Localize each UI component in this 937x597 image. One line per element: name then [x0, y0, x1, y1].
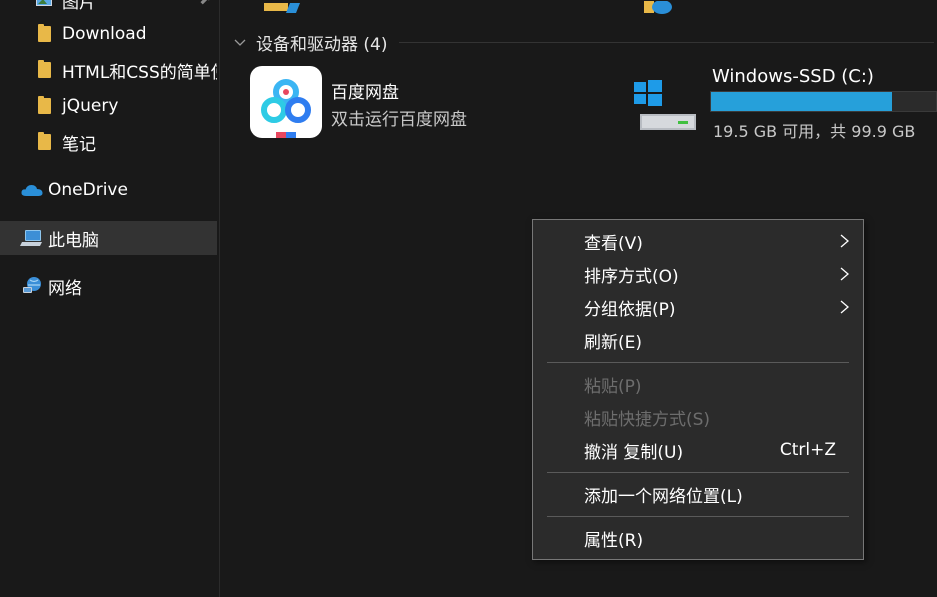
sidebar-item-label: 网络 [48, 278, 82, 299]
chevron-right-icon [840, 300, 849, 314]
app-name: 百度网盘 [331, 83, 399, 103]
sidebar-item-download[interactable]: Download [0, 17, 217, 51]
menu-item-view[interactable]: 查看(V) [534, 225, 862, 257]
network-drive-icon-partial [640, 0, 690, 14]
menu-item-label: 属性(R) [584, 530, 644, 551]
network-icon [20, 276, 44, 296]
sidebar-item-jquery[interactable]: jQuery [0, 89, 217, 123]
sidebar-item-label: 笔记 [62, 134, 96, 155]
menu-item-label: 分组依据(P) [584, 299, 676, 320]
folder-icon [34, 60, 54, 80]
folder-icon [34, 24, 54, 44]
sidebar-item-html-css[interactable]: HTML和CSS的简单使 [0, 53, 217, 87]
menu-item-paste: 粘贴(P) [534, 368, 862, 400]
sidebar-item-network[interactable]: 网络 [0, 269, 217, 303]
devices-group-header[interactable]: 设备和驱动器 (4) [234, 30, 934, 55]
group-divider [399, 41, 934, 43]
sidebar-item-onedrive[interactable]: OneDrive [0, 173, 217, 207]
sidebar-item-label: 图片 [62, 0, 96, 13]
sidebar-item-label: Download [62, 24, 147, 44]
sidebar-item-label: OneDrive [48, 180, 128, 200]
baidu-netdisk-tile[interactable]: 百度网盘 双击运行百度网盘 [250, 66, 580, 140]
menu-item-shortcut: Ctrl+Z [779, 440, 836, 460]
this-pc-icon [20, 228, 44, 248]
sidebar-item-label: jQuery [62, 96, 119, 116]
menu-item-add-network-location[interactable]: 添加一个网络位置(L) [534, 478, 862, 510]
drive-name: Windows-SSD (C:) [712, 66, 874, 87]
menu-item-label: 粘贴(P) [584, 376, 642, 397]
pin-icon: ⬈ [199, 0, 211, 8]
group-title: 设备和驱动器 (4) [256, 34, 388, 55]
sidebar-item-label: 此电脑 [48, 230, 99, 251]
menu-separator [547, 362, 849, 363]
menu-separator [547, 472, 849, 473]
folder-icon-partial [260, 0, 310, 13]
menu-item-sort-by[interactable]: 排序方式(O) [534, 258, 862, 290]
menu-item-group-by[interactable]: 分组依据(P) [534, 291, 862, 323]
chevron-right-icon [840, 267, 849, 281]
sidebar-item-this-pc[interactable]: 此电脑 [0, 221, 217, 255]
chevron-down-icon[interactable] [234, 36, 246, 48]
app-description: 双击运行百度网盘 [331, 110, 467, 130]
menu-item-refresh[interactable]: 刷新(E) [534, 324, 862, 356]
drive-space-text: 19.5 GB 可用，共 99.9 GB [713, 122, 916, 141]
sidebar-item-pictures[interactable]: 图片 ⬈ [0, 0, 217, 17]
navigation-pane: 图片 ⬈ Download HTML和CSS的简单使 jQuery 笔记 One… [0, 0, 220, 597]
pictures-folder-icon [34, 0, 54, 10]
menu-item-label: 撤消 复制(U) [584, 442, 684, 463]
menu-item-label: 粘贴快捷方式(S) [584, 409, 711, 430]
context-menu: 查看(V) 排序方式(O) 分组依据(P) 刷新(E) 粘贴(P) 粘贴快捷方式… [532, 219, 864, 560]
sidebar-item-label: HTML和CSS的简单使 [62, 62, 217, 83]
menu-item-label: 查看(V) [584, 233, 643, 254]
menu-item-label: 刷新(E) [584, 332, 643, 353]
folder-icon [34, 132, 54, 152]
folder-icon [34, 96, 54, 116]
drive-usage-bar [710, 91, 937, 112]
menu-item-label: 排序方式(O) [584, 266, 679, 287]
hard-drive-icon [634, 80, 702, 136]
menu-item-paste-shortcut: 粘贴快捷方式(S) [534, 401, 862, 433]
menu-item-label: 添加一个网络位置(L) [584, 486, 743, 507]
menu-item-properties[interactable]: 属性(R) [534, 522, 862, 554]
menu-item-undo-copy[interactable]: 撤消 复制(U) Ctrl+Z [534, 434, 862, 466]
menu-separator [547, 516, 849, 517]
sidebar-item-notes[interactable]: 笔记 [0, 125, 217, 159]
onedrive-cloud-icon [20, 180, 44, 200]
drive-usage-fill [711, 92, 893, 111]
chevron-right-icon [840, 234, 849, 248]
baidu-netdisk-icon [250, 66, 322, 138]
